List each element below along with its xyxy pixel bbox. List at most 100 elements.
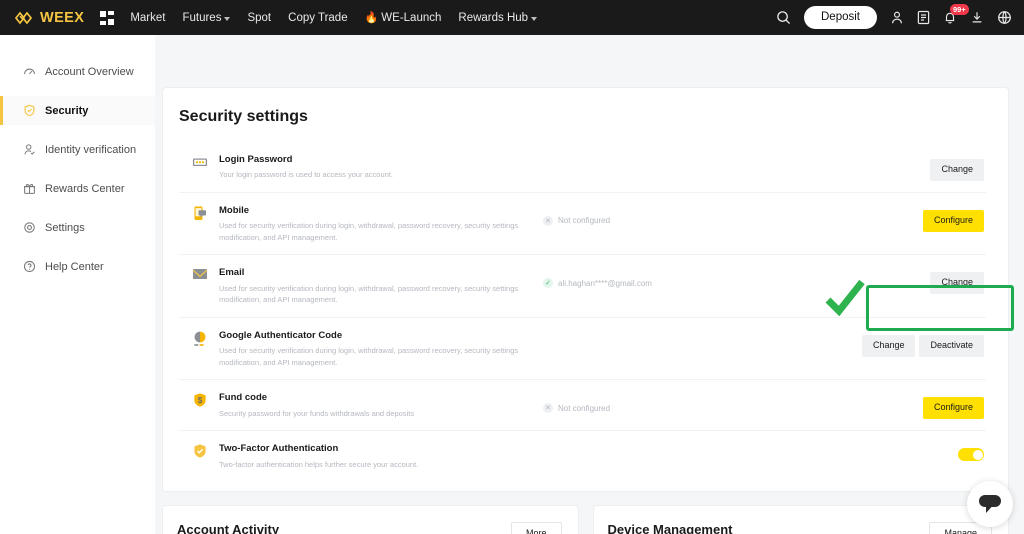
notification-badge: 99+ xyxy=(950,3,969,15)
security-row-desc: Two-factor authentication helps further … xyxy=(219,459,419,469)
security-row-title: Google Authenticator Code xyxy=(219,329,343,341)
security-row-actions xyxy=(958,442,986,462)
bell-icon[interactable]: 99+ xyxy=(943,3,969,25)
security-row-text: Two-Factor Authentication Two-factor aut… xyxy=(219,442,519,470)
nav-item-we-launch[interactable]: 🔥 WE-Launch xyxy=(364,11,442,25)
page-title: Security settings xyxy=(179,108,308,125)
deactivate-google-authenticator-button[interactable]: Deactivate xyxy=(919,334,984,357)
security-row-title: Mobile xyxy=(219,204,250,216)
shield-check-icon xyxy=(22,104,36,118)
configure-mobile-button[interactable]: Configure xyxy=(922,209,984,232)
security-row-desc: Used for security verification during lo… xyxy=(219,346,519,367)
security-row-login-password: Login Password Your login password is us… xyxy=(179,142,986,193)
device-management-title: Device Management xyxy=(607,522,733,534)
security-row-text: Google Authenticator Code Used for secur… xyxy=(219,329,519,369)
nav-label: Copy Trade xyxy=(288,11,348,24)
weex-logo-mark xyxy=(14,11,36,25)
gear-icon xyxy=(22,221,36,235)
security-row-text: Email Used for security verification dur… xyxy=(219,266,519,306)
security-row-status-text: Not configured xyxy=(558,216,611,226)
security-row-fund-code: $ Fund code Security password for your f… xyxy=(179,380,986,432)
sidebar-item-label: Security xyxy=(45,104,89,117)
security-row-title: Fund code xyxy=(219,392,268,404)
document-icon[interactable] xyxy=(917,10,930,25)
security-row-title: Email xyxy=(219,267,245,279)
top-header: WEEX Market Futures Spot Copy Trade 🔥 WE… xyxy=(0,0,1024,35)
sidebar-item-settings[interactable]: Settings xyxy=(0,213,155,242)
weex-logo[interactable]: WEEX xyxy=(14,10,84,26)
account-activity-title: Account Activity xyxy=(177,522,280,534)
security-row-google-authenticator: Google Authenticator Code Used for secur… xyxy=(179,318,986,381)
security-row-status xyxy=(519,153,930,165)
search-icon[interactable] xyxy=(776,10,791,25)
sidebar-item-label: Help Center xyxy=(45,260,104,273)
chevron-down-icon xyxy=(531,16,538,21)
nav-item-spot[interactable]: Spot xyxy=(247,12,271,24)
sidebar-item-identity-verification[interactable]: Identity verification xyxy=(0,135,155,164)
not-configured-icon: ✕ xyxy=(543,403,553,414)
nav-label: Market xyxy=(130,11,166,24)
security-row-status-text: Not configured xyxy=(558,403,611,413)
two-factor-toggle[interactable] xyxy=(958,448,984,462)
security-row-text: Fund code Security password for your fun… xyxy=(219,391,519,419)
weex-logo-text: WEEX xyxy=(40,9,85,26)
nav-item-futures[interactable]: Futures xyxy=(182,11,231,24)
security-row-desc: Security password for your funds withdra… xyxy=(219,408,415,418)
change-login-password-button[interactable]: Change xyxy=(930,159,984,181)
password-dots-icon xyxy=(192,154,208,172)
security-row-title: Login Password xyxy=(219,154,293,165)
main-nav: Market Futures Spot Copy Trade 🔥 WE-Laun… xyxy=(130,11,538,25)
chat-support-button[interactable] xyxy=(967,481,1013,527)
security-row-mobile: Mobile Used for security verification du… xyxy=(179,193,986,256)
sidebar-item-help-center[interactable]: Help Center xyxy=(0,252,155,281)
device-management-card: Device Management Manage xyxy=(592,505,1009,534)
chevron-down-icon xyxy=(224,16,231,21)
nav-item-copy-trade[interactable]: Copy Trade xyxy=(288,12,347,24)
security-row-actions: Change xyxy=(930,266,986,295)
nav-label: Rewards Hub xyxy=(458,11,529,24)
question-circle-icon xyxy=(22,260,36,274)
sidebar-item-security[interactable]: Security xyxy=(0,96,155,125)
header-actions: Deposit 99+ xyxy=(776,3,1012,30)
sidebar-item-label: Rewards Center xyxy=(45,182,125,195)
account-activity-more-button[interactable]: More xyxy=(510,522,562,534)
change-email-button[interactable]: Change xyxy=(930,272,984,295)
download-icon[interactable] xyxy=(970,10,984,25)
apps-grid-icon[interactable] xyxy=(100,10,115,25)
globe-icon[interactable] xyxy=(997,10,1012,25)
fire-icon: 🔥 xyxy=(364,12,379,24)
gift-icon xyxy=(22,182,36,196)
sidebar-item-label: Settings xyxy=(45,221,85,234)
security-row-actions: Configure xyxy=(922,391,986,420)
user-icon[interactable] xyxy=(890,10,904,25)
security-row-status-text: ali.haghan****@gmail.com xyxy=(558,278,652,288)
security-row-title: Two-Factor Authentication xyxy=(219,443,339,455)
nav-item-rewards-hub[interactable]: Rewards Hub xyxy=(458,11,538,24)
nav-label: Spot xyxy=(247,11,272,24)
sidebar: Account Overview Security Identity verif… xyxy=(0,35,155,534)
security-row-status xyxy=(519,442,958,454)
security-settings-card: Security settings Login Password Your lo… xyxy=(162,87,1009,493)
svg-text:$: $ xyxy=(198,396,203,405)
device-management-header: Device Management Manage xyxy=(607,522,992,534)
gauge-icon xyxy=(22,65,36,79)
account-activity-header: Account Activity More xyxy=(177,522,562,534)
security-row-text: Login Password Your login password is us… xyxy=(219,153,519,181)
security-row-desc: Used for security verification during lo… xyxy=(219,221,519,242)
nav-item-market[interactable]: Market xyxy=(130,12,165,24)
sidebar-item-account-overview[interactable]: Account Overview xyxy=(0,57,155,86)
main-content: Security settings Login Password Your lo… xyxy=(155,35,1024,534)
sidebar-item-rewards-center[interactable]: Rewards Center xyxy=(0,174,155,203)
change-google-authenticator-button[interactable]: Change xyxy=(861,334,916,357)
google-authenticator-icon xyxy=(192,330,208,348)
sidebar-item-label: Account Overview xyxy=(45,65,134,78)
email-envelope-icon xyxy=(192,267,208,285)
nav-label: Futures xyxy=(182,11,222,24)
configure-fund-code-button[interactable]: Configure xyxy=(922,397,984,420)
security-row-two-factor-authentication: Two-Factor Authentication Two-factor aut… xyxy=(179,431,986,481)
security-row-email: Email Used for security verification dur… xyxy=(179,255,986,318)
security-row-actions: Change Deactivate xyxy=(861,329,986,357)
deposit-button[interactable]: Deposit xyxy=(804,5,877,30)
nav-label: WE-Launch xyxy=(381,11,442,24)
bottom-cards: Account Activity More Recent login：2025-… xyxy=(162,505,1009,534)
